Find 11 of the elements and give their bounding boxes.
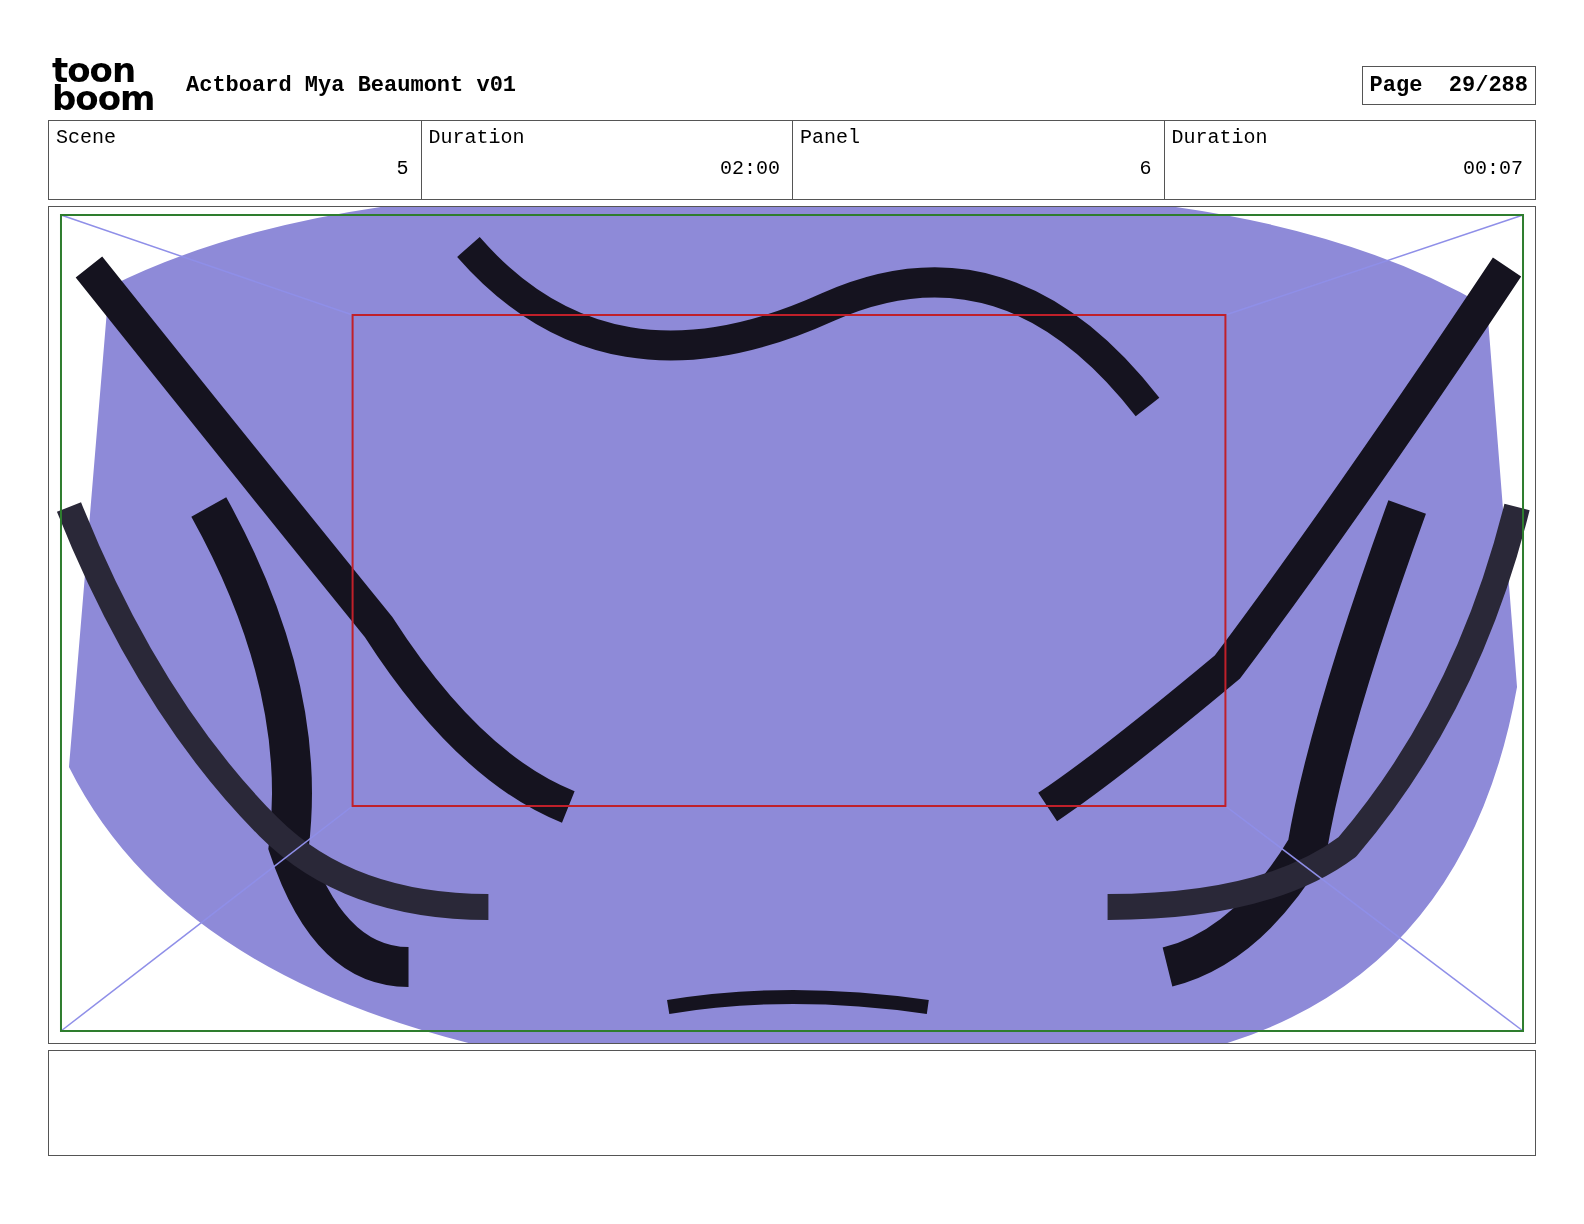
field-label: Duration [428,126,526,149]
logo: toon boom [51,57,156,113]
field-value: 5 [396,157,409,180]
board-title: Actboard Mya Beaumont v01 [186,72,517,98]
field-label: Duration [1171,126,1269,149]
field-value: 6 [1139,157,1152,180]
page-counter: Page 29/288 [1361,65,1536,105]
field-label: Panel [800,126,861,149]
field-value: 02:00 [720,157,780,180]
field-value: 00:07 [1463,157,1523,180]
field-label: Scene [56,126,117,149]
